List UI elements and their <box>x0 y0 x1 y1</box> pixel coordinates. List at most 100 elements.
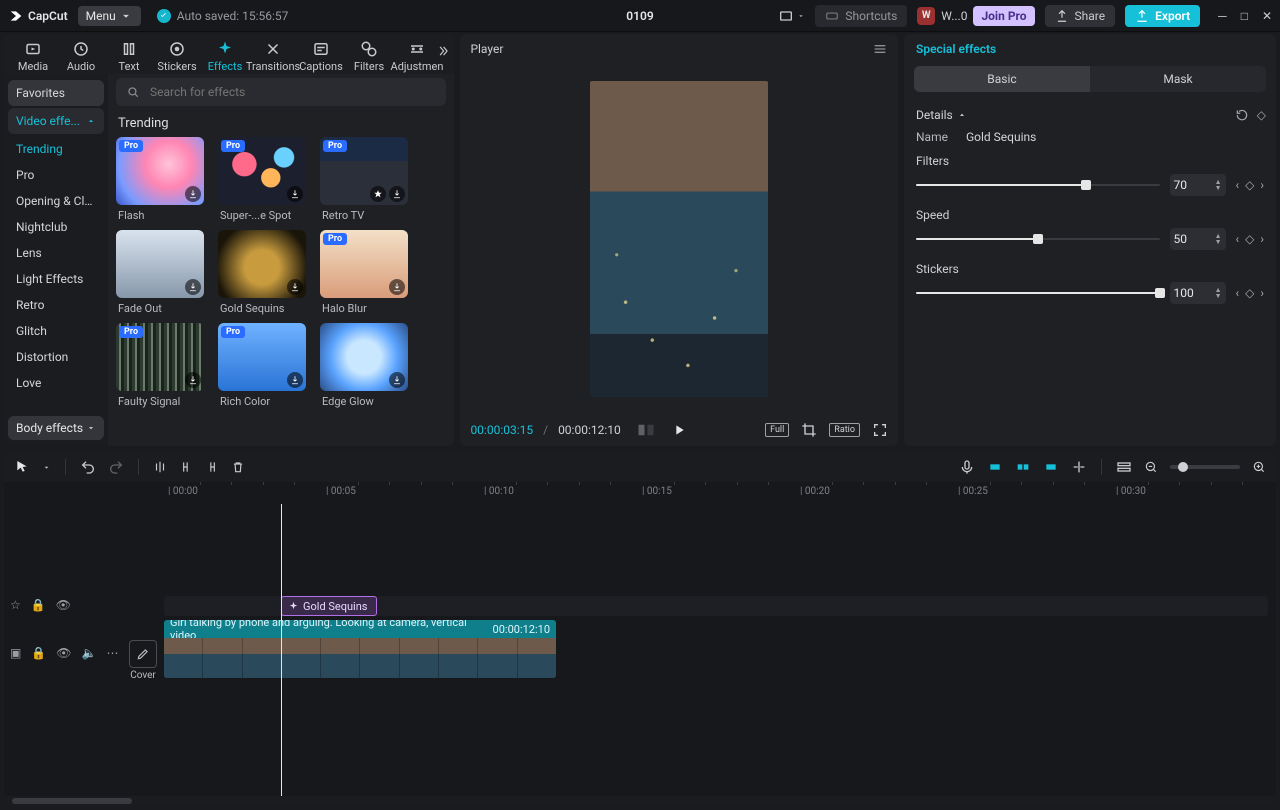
sidebar-item-love[interactable]: Love <box>8 370 104 396</box>
ratio-button[interactable]: Ratio <box>829 423 860 437</box>
download-icon[interactable] <box>287 372 303 388</box>
sidebar-favorites[interactable]: Favorites <box>8 80 104 106</box>
sidebar-item-pro[interactable]: Pro <box>8 162 104 188</box>
slider-stickers[interactable] <box>916 285 1160 301</box>
fullscreen-button[interactable] <box>872 422 888 438</box>
share-button[interactable]: Share <box>1045 5 1116 27</box>
maximize-button[interactable]: □ <box>1241 9 1248 23</box>
download-icon[interactable] <box>287 186 303 202</box>
tab-captions[interactable]: Captions <box>298 38 344 73</box>
trim-right-button[interactable] <box>205 460 219 474</box>
player-stage[interactable] <box>460 64 898 414</box>
download-icon[interactable] <box>389 372 405 388</box>
value-speed[interactable]: 50▲▼ <box>1170 228 1226 250</box>
track-options-button[interactable] <box>1116 459 1132 475</box>
link-toggle[interactable] <box>1043 459 1059 475</box>
keyframe-next[interactable]: › <box>1260 286 1264 300</box>
shortcuts-button[interactable]: Shortcuts <box>815 5 907 27</box>
sidebar-item-glitch[interactable]: Glitch <box>8 318 104 344</box>
effect-card-rich-color[interactable]: ProRich Color <box>218 323 306 410</box>
redo-button[interactable] <box>108 459 124 475</box>
crop-button[interactable] <box>801 422 817 438</box>
reset-button[interactable] <box>1235 108 1249 122</box>
chevron-down-icon[interactable] <box>42 463 51 472</box>
keyframe-prev[interactable]: ‹ <box>1236 178 1240 192</box>
compare-button[interactable] <box>637 423 655 437</box>
delete-button[interactable] <box>231 460 245 474</box>
sidebar-item-distortion[interactable]: Distortion <box>8 344 104 370</box>
cover-button[interactable]: Cover <box>126 640 160 681</box>
timeline-scrollbar[interactable] <box>4 796 1276 806</box>
workspace-pill[interactable]: W W...0 Join Pro <box>917 6 1034 26</box>
stepper[interactable]: ▲▼ <box>1215 287 1222 299</box>
tab-adjustmen[interactable]: Adjustmen <box>394 38 440 73</box>
sidebar-group-body-effects[interactable]: Body effects <box>8 416 104 440</box>
favorite-icon[interactable] <box>370 186 386 202</box>
sidebar-group-video-effects[interactable]: Video effe... <box>8 108 104 134</box>
tab-stickers[interactable]: Stickers <box>154 38 200 73</box>
mic-button[interactable] <box>959 459 975 475</box>
eye-icon[interactable]: 👁 <box>56 646 71 660</box>
undo-button[interactable] <box>80 459 96 475</box>
tab-mask[interactable]: Mask <box>1090 66 1266 92</box>
sidebar-item-light-effects[interactable]: Light Effects <box>8 266 104 292</box>
menu-button[interactable]: Menu <box>78 6 141 26</box>
slider-filters[interactable] <box>916 177 1160 193</box>
timeline-tracks[interactable]: ☆ 🔒 👁 ▣ 🔒 👁 🔈 ⋯ Cover <box>4 504 1276 796</box>
full-button[interactable]: Full <box>765 423 789 437</box>
eye-icon[interactable]: 👁 <box>56 598 71 612</box>
minimize-button[interactable]: ─ <box>1218 9 1227 23</box>
lock-icon[interactable]: 🔒 <box>31 598 46 612</box>
effect-card-faulty-signal[interactable]: ProFaulty Signal <box>116 323 204 410</box>
close-button[interactable]: ✕ <box>1262 9 1272 23</box>
stepper[interactable]: ▲▼ <box>1215 179 1222 191</box>
tab-audio[interactable]: Audio <box>58 38 104 73</box>
tab-filters[interactable]: Filters <box>346 38 392 73</box>
effect-card-fade-out[interactable]: Fade Out <box>116 230 204 317</box>
download-icon[interactable] <box>287 279 303 295</box>
mute-icon[interactable]: 🔈 <box>82 646 97 660</box>
clip-video-main[interactable]: Girl talking by phone and arguing. Looki… <box>164 620 556 678</box>
sidebar-item-opening-clo-[interactable]: Opening & Clo... <box>8 188 104 214</box>
zoom-slider[interactable] <box>1170 465 1240 469</box>
sidebar-item-lens[interactable]: Lens <box>8 240 104 266</box>
lock-icon[interactable]: 🔒 <box>31 646 46 660</box>
timeline-ruler[interactable]: | 00:00| 00:05| 00:10| 00:15| 00:20| 00:… <box>164 482 1276 504</box>
value-filters[interactable]: 70▲▼ <box>1170 174 1226 196</box>
sidebar-item-nightclub[interactable]: Nightclub <box>8 214 104 240</box>
tab-text[interactable]: Text <box>106 38 152 73</box>
download-icon[interactable] <box>389 186 405 202</box>
download-icon[interactable] <box>185 279 201 295</box>
tab-effects[interactable]: Effects <box>202 38 248 73</box>
download-icon[interactable] <box>185 372 201 388</box>
effect-card-flash[interactable]: ProFlash <box>116 137 204 224</box>
keyframe-next[interactable]: › <box>1260 232 1264 246</box>
search-input[interactable] <box>148 84 436 100</box>
details-header[interactable]: Details ◇ <box>916 102 1264 128</box>
clip-effect-gold-sequins[interactable]: Gold Sequins <box>281 596 377 616</box>
keyframe-add[interactable]: ◇ <box>1245 232 1254 246</box>
playhead[interactable] <box>281 504 282 796</box>
keyframe-add[interactable]: ◇ <box>1245 286 1254 300</box>
sidebar-item-retro[interactable]: Retro <box>8 292 104 318</box>
pin-icon[interactable]: ☆ <box>10 598 21 612</box>
download-icon[interactable] <box>185 186 201 202</box>
keyframe-nav[interactable]: ◇ <box>1257 108 1264 122</box>
slider-speed[interactable] <box>916 231 1160 247</box>
effects-search[interactable] <box>116 78 446 106</box>
effect-card-retro-tv[interactable]: ProRetro TV <box>320 137 408 224</box>
effect-card-super-e-spot[interactable]: ProSuper-...e Spot <box>218 137 306 224</box>
more-icon[interactable]: ⋯ <box>106 646 118 660</box>
preview-axis-button[interactable] <box>1071 459 1087 475</box>
value-stickers[interactable]: 100▲▼ <box>1170 282 1226 304</box>
play-button[interactable] <box>671 422 687 438</box>
effect-card-edge-glow[interactable]: Edge Glow <box>320 323 408 410</box>
stepper[interactable]: ▲▼ <box>1215 233 1222 245</box>
magnet-main-toggle[interactable] <box>987 459 1003 475</box>
tabs-overflow-button[interactable] <box>436 44 450 58</box>
zoom-out-button[interactable] <box>1144 460 1158 474</box>
zoom-in-button[interactable] <box>1252 460 1266 474</box>
keyframe-add[interactable]: ◇ <box>1245 178 1254 192</box>
effect-card-halo-blur[interactable]: ProHalo Blur <box>320 230 408 317</box>
split-button[interactable] <box>153 460 167 474</box>
